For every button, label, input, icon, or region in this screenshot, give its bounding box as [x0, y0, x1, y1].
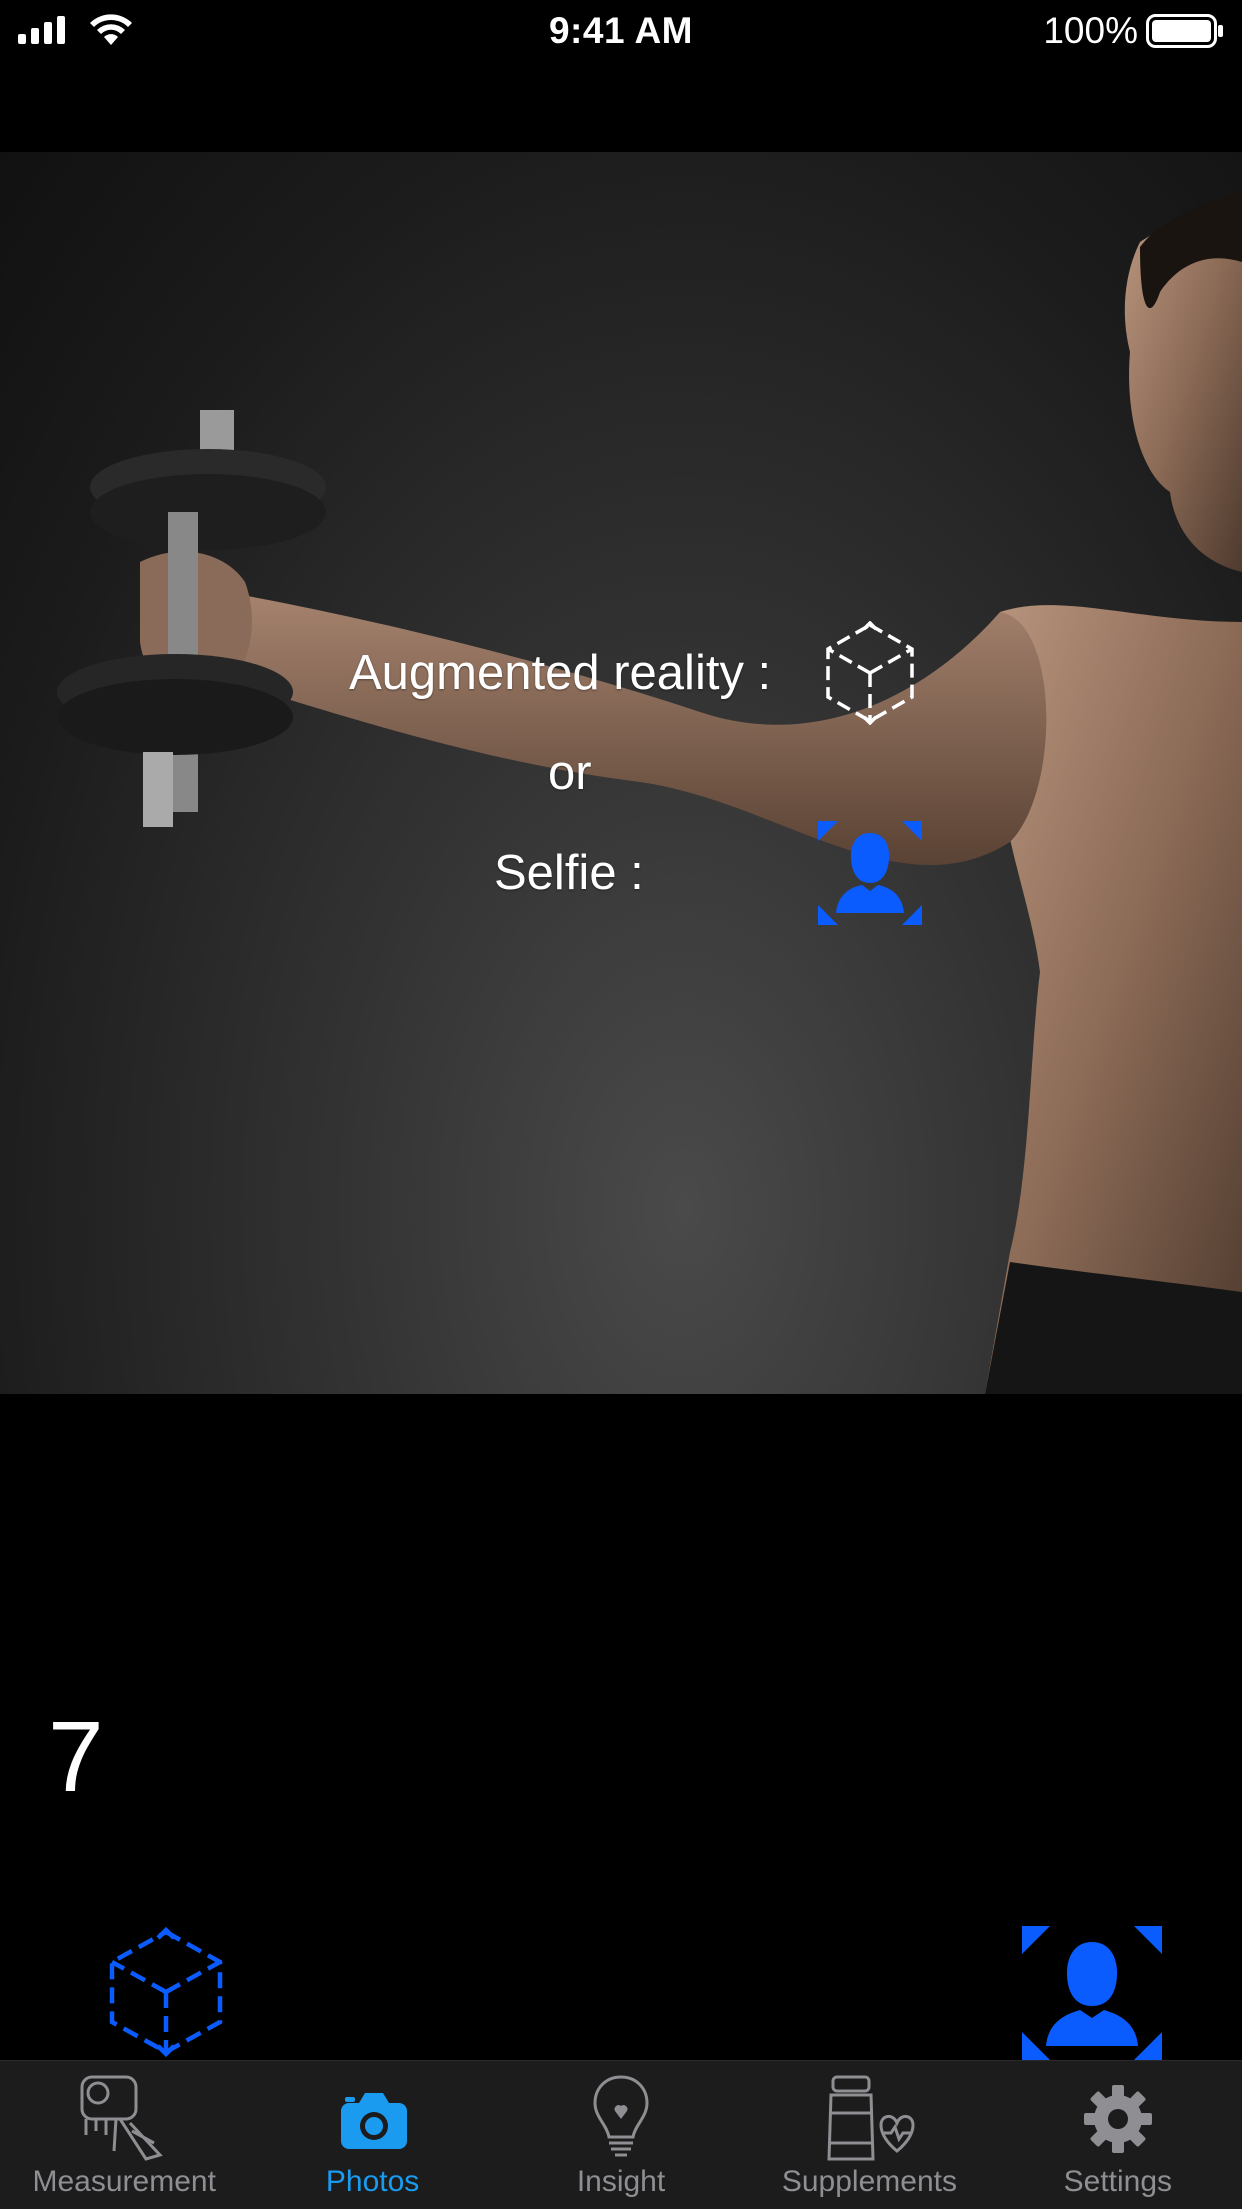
tab-label: Measurement: [32, 2165, 216, 2198]
tab-bar: Measurement Photos Insight Supplements S…: [0, 2060, 1242, 2209]
tab-supplements[interactable]: Supplements: [745, 2061, 993, 2209]
hero-image: Augmented reality : or Selfie :: [0, 152, 1242, 1394]
supplements-bottle-icon: [827, 2075, 915, 2161]
tab-photos[interactable]: Photos: [248, 2061, 496, 2209]
tab-label: Supplements: [781, 2165, 957, 2198]
selfie-person-icon[interactable]: [818, 821, 922, 925]
tab-label: Insight: [576, 2165, 666, 2198]
status-bar: 9:41 AM 100%: [0, 0, 1242, 62]
selfie-label: Selfie :: [494, 846, 644, 900]
camera-icon: [340, 2093, 407, 2149]
battery-percent: 100%: [1043, 10, 1138, 51]
selfie-mode-button[interactable]: [1022, 1926, 1162, 2060]
measurement-tape-icon: [80, 2075, 163, 2161]
ar-cube-icon[interactable]: [824, 621, 916, 725]
ar-label: Augmented reality :: [349, 646, 772, 700]
athlete-dumbbell-illustration: [57, 192, 1242, 1394]
ar-mode-button[interactable]: [106, 1926, 226, 2058]
battery-icon: [1146, 14, 1223, 48]
tab-insight[interactable]: Insight: [497, 2061, 745, 2209]
tab-settings[interactable]: Settings: [994, 2061, 1242, 2209]
or-label: or: [548, 746, 592, 800]
selfie-person-icon: [1022, 1926, 1162, 2060]
countdown-counter: 7: [48, 1701, 104, 1813]
gear-icon: [1083, 2085, 1152, 2153]
ar-cube-icon: [109, 1929, 223, 2055]
tab-label: Settings: [1063, 2165, 1173, 2198]
tab-label: Photos: [325, 2165, 420, 2198]
lightbulb-icon: [593, 2075, 649, 2157]
tab-measurement[interactable]: Measurement: [0, 2061, 248, 2209]
